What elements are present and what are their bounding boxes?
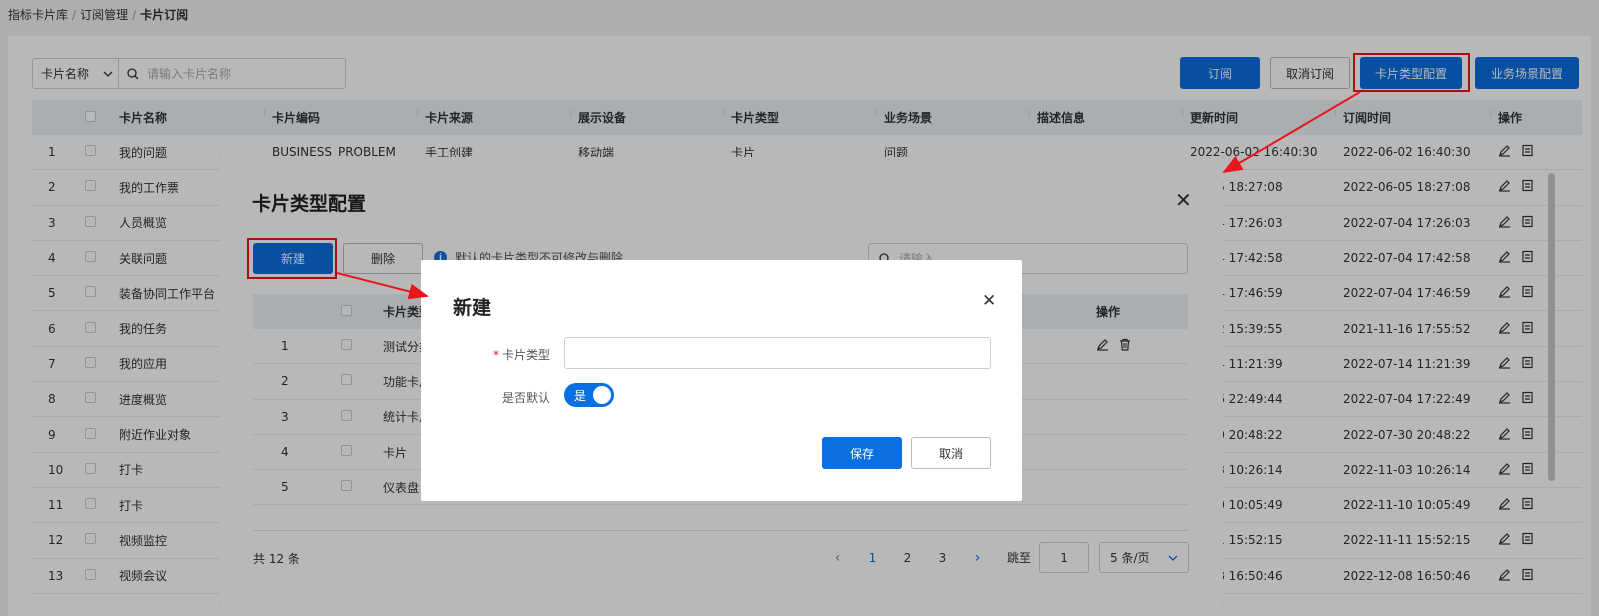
field-label: 是否默认	[501, 391, 550, 405]
modal-title: 新建	[453, 297, 492, 319]
close-icon[interactable]: ✕	[982, 293, 996, 310]
field-label: * 卡片类型	[492, 348, 550, 362]
cancel-button[interactable]: 取消	[911, 437, 991, 469]
new-card-type-modal: 新建 ✕ * 卡片类型 是否默认 是 保存 取消	[421, 260, 1022, 501]
card-type-input[interactable]	[564, 337, 991, 369]
toggle-knob	[593, 386, 611, 404]
default-toggle[interactable]: 是	[564, 383, 614, 407]
toggle-text: 是	[574, 388, 587, 403]
save-button[interactable]: 保存	[822, 437, 902, 469]
